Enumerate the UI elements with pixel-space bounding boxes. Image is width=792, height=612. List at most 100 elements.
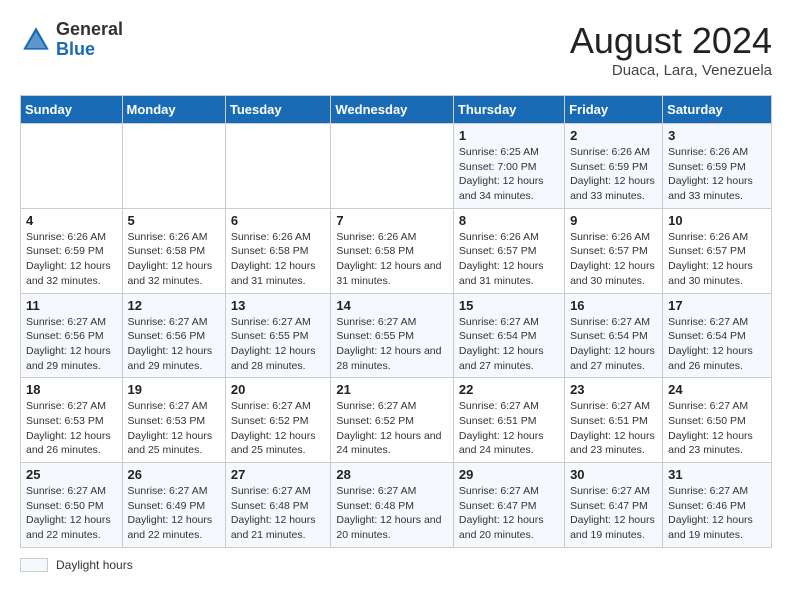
calendar-cell: 1Sunrise: 6:25 AM Sunset: 7:00 PM Daylig… (453, 124, 564, 209)
day-detail: Sunrise: 6:27 AM Sunset: 6:56 PM Dayligh… (26, 315, 117, 374)
day-detail: Sunrise: 6:26 AM Sunset: 6:58 PM Dayligh… (231, 230, 326, 289)
calendar-cell: 9 Sunrise: 6:26 AM Sunset: 6:57 PM Daylig… (565, 208, 663, 293)
calendar-week-row: 4Sunrise: 6:26 AM Sunset: 6:59 PM Daylig… (21, 208, 772, 293)
day-detail: Sunrise: 6:27 AM Sunset: 6:56 PM Dayligh… (128, 315, 220, 374)
day-detail: Sunrise: 6:26 AM Sunset: 6:58 PM Dayligh… (336, 230, 448, 289)
calendar-cell: 31 Sunrise: 6:27 AM Sunset: 6:46 PM Dayli… (663, 463, 772, 548)
day-number: 13 (231, 298, 326, 313)
calendar-cell: 8Sunrise: 6:26 AM Sunset: 6:57 PM Daylig… (453, 208, 564, 293)
day-detail: Sunrise: 6:27 AM Sunset: 6:50 PM Dayligh… (668, 399, 766, 458)
calendar-cell: 24Sunrise: 6:27 AM Sunset: 6:50 PM Dayli… (663, 378, 772, 463)
title-block: August 2024 Duaca, Lara, Venezuela (570, 20, 772, 79)
day-number: 11 (26, 298, 117, 313)
day-number: 20 (231, 382, 326, 397)
logo: General Blue (20, 20, 123, 60)
calendar-cell: 6 Sunrise: 6:26 AM Sunset: 6:58 PM Daylig… (225, 208, 331, 293)
weekday-header-saturday: Saturday (663, 96, 772, 124)
day-number: 7 (336, 213, 448, 228)
day-number: 2 (570, 128, 657, 143)
calendar-cell: 30Sunrise: 6:27 AM Sunset: 6:47 PM Dayli… (565, 463, 663, 548)
calendar-cell: 10 Sunrise: 6:26 AM Sunset: 6:57 PM Dayli… (663, 208, 772, 293)
day-detail: Sunrise: 6:27 AM Sunset: 6:51 PM Dayligh… (570, 399, 657, 458)
day-detail: Sunrise: 6:27 AM Sunset: 6:47 PM Dayligh… (570, 484, 657, 543)
day-detail: Sunrise: 6:26 AM Sunset: 6:58 PM Dayligh… (128, 230, 220, 289)
day-detail: Sunrise: 6:27 AM Sunset: 6:48 PM Dayligh… (336, 484, 448, 543)
calendar-cell: 29 Sunrise: 6:27 AM Sunset: 6:47 PM Dayli… (453, 463, 564, 548)
month-year-title: August 2024 (570, 20, 772, 62)
calendar-cell (21, 124, 123, 209)
weekday-header-wednesday: Wednesday (331, 96, 454, 124)
day-number: 6 (231, 213, 326, 228)
calendar-cell: 19Sunrise: 6:27 AM Sunset: 6:53 PM Dayli… (122, 378, 225, 463)
day-detail: Sunrise: 6:27 AM Sunset: 6:48 PM Dayligh… (231, 484, 326, 543)
day-detail: Sunrise: 6:26 AM Sunset: 6:57 PM Dayligh… (459, 230, 559, 289)
calendar-table: SundayMondayTuesdayWednesdayThursdayFrid… (20, 95, 772, 548)
calendar-cell: 14 Sunrise: 6:27 AM Sunset: 6:55 PM Dayli… (331, 293, 454, 378)
logo-general-text: General (56, 20, 123, 40)
day-detail: Sunrise: 6:27 AM Sunset: 6:46 PM Dayligh… (668, 484, 766, 543)
page-header: General Blue August 2024 Duaca, Lara, Ve… (20, 20, 772, 79)
day-number: 28 (336, 467, 448, 482)
day-detail: Sunrise: 6:27 AM Sunset: 6:54 PM Dayligh… (668, 315, 766, 374)
calendar-week-row: 18Sunrise: 6:27 AM Sunset: 6:53 PM Dayli… (21, 378, 772, 463)
day-number: 31 (668, 467, 766, 482)
calendar-cell (122, 124, 225, 209)
calendar-cell: 5Sunrise: 6:26 AM Sunset: 6:58 PM Daylig… (122, 208, 225, 293)
weekday-header-friday: Friday (565, 96, 663, 124)
calendar-week-row: 25Sunrise: 6:27 AM Sunset: 6:50 PM Dayli… (21, 463, 772, 548)
logo-icon (20, 24, 52, 56)
calendar-cell (331, 124, 454, 209)
calendar-cell: 22Sunrise: 6:27 AM Sunset: 6:51 PM Dayli… (453, 378, 564, 463)
day-detail: Sunrise: 6:27 AM Sunset: 6:54 PM Dayligh… (459, 315, 559, 374)
day-number: 15 (459, 298, 559, 313)
day-number: 16 (570, 298, 657, 313)
day-number: 1 (459, 128, 559, 143)
day-number: 29 (459, 467, 559, 482)
calendar-cell: 3Sunrise: 6:26 AM Sunset: 6:59 PM Daylig… (663, 124, 772, 209)
day-number: 17 (668, 298, 766, 313)
day-detail: Sunrise: 6:27 AM Sunset: 6:52 PM Dayligh… (231, 399, 326, 458)
day-detail: Sunrise: 6:27 AM Sunset: 6:52 PM Dayligh… (336, 399, 448, 458)
logo-blue-text: Blue (56, 40, 123, 60)
day-detail: Sunrise: 6:26 AM Sunset: 6:59 PM Dayligh… (26, 230, 117, 289)
calendar-cell: 13Sunrise: 6:27 AM Sunset: 6:55 PM Dayli… (225, 293, 331, 378)
calendar-cell: 18Sunrise: 6:27 AM Sunset: 6:53 PM Dayli… (21, 378, 123, 463)
day-detail: Sunrise: 6:27 AM Sunset: 6:47 PM Dayligh… (459, 484, 559, 543)
calendar-cell: 28 Sunrise: 6:27 AM Sunset: 6:48 PM Dayli… (331, 463, 454, 548)
calendar-cell: 20 Sunrise: 6:27 AM Sunset: 6:52 PM Dayli… (225, 378, 331, 463)
day-detail: Sunrise: 6:26 AM Sunset: 6:57 PM Dayligh… (570, 230, 657, 289)
calendar-cell: 26 Sunrise: 6:27 AM Sunset: 6:49 PM Dayli… (122, 463, 225, 548)
calendar-cell: 15 Sunrise: 6:27 AM Sunset: 6:54 PM Dayli… (453, 293, 564, 378)
calendar-cell: 21 Sunrise: 6:27 AM Sunset: 6:52 PM Dayli… (331, 378, 454, 463)
day-detail: Sunrise: 6:27 AM Sunset: 6:49 PM Dayligh… (128, 484, 220, 543)
day-number: 19 (128, 382, 220, 397)
day-detail: Sunrise: 6:27 AM Sunset: 6:51 PM Dayligh… (459, 399, 559, 458)
weekday-header-tuesday: Tuesday (225, 96, 331, 124)
legend-label: Daylight hours (56, 558, 133, 572)
calendar-week-row: 11 Sunrise: 6:27 AM Sunset: 6:56 PM Dayli… (21, 293, 772, 378)
calendar-cell: 4Sunrise: 6:26 AM Sunset: 6:59 PM Daylig… (21, 208, 123, 293)
weekday-header-monday: Monday (122, 96, 225, 124)
day-number: 9 (570, 213, 657, 228)
day-number: 10 (668, 213, 766, 228)
legend-color-box (20, 558, 48, 572)
day-number: 14 (336, 298, 448, 313)
calendar-cell: 16Sunrise: 6:27 AM Sunset: 6:54 PM Dayli… (565, 293, 663, 378)
day-detail: Sunrise: 6:27 AM Sunset: 6:55 PM Dayligh… (336, 315, 448, 374)
calendar-cell: 27 Sunrise: 6:27 AM Sunset: 6:48 PM Dayli… (225, 463, 331, 548)
day-number: 21 (336, 382, 448, 397)
day-detail: Sunrise: 6:26 AM Sunset: 6:57 PM Dayligh… (668, 230, 766, 289)
calendar-week-row: 1Sunrise: 6:25 AM Sunset: 7:00 PM Daylig… (21, 124, 772, 209)
weekday-header-sunday: Sunday (21, 96, 123, 124)
day-number: 26 (128, 467, 220, 482)
day-number: 27 (231, 467, 326, 482)
calendar-cell: 2Sunrise: 6:26 AM Sunset: 6:59 PM Daylig… (565, 124, 663, 209)
calendar-cell: 7 Sunrise: 6:26 AM Sunset: 6:58 PM Daylig… (331, 208, 454, 293)
day-number: 23 (570, 382, 657, 397)
calendar-cell (225, 124, 331, 209)
weekday-header-row: SundayMondayTuesdayWednesdayThursdayFrid… (21, 96, 772, 124)
location-subtitle: Duaca, Lara, Venezuela (570, 62, 772, 79)
calendar-cell: 17 Sunrise: 6:27 AM Sunset: 6:54 PM Dayli… (663, 293, 772, 378)
day-number: 3 (668, 128, 766, 143)
day-number: 18 (26, 382, 117, 397)
